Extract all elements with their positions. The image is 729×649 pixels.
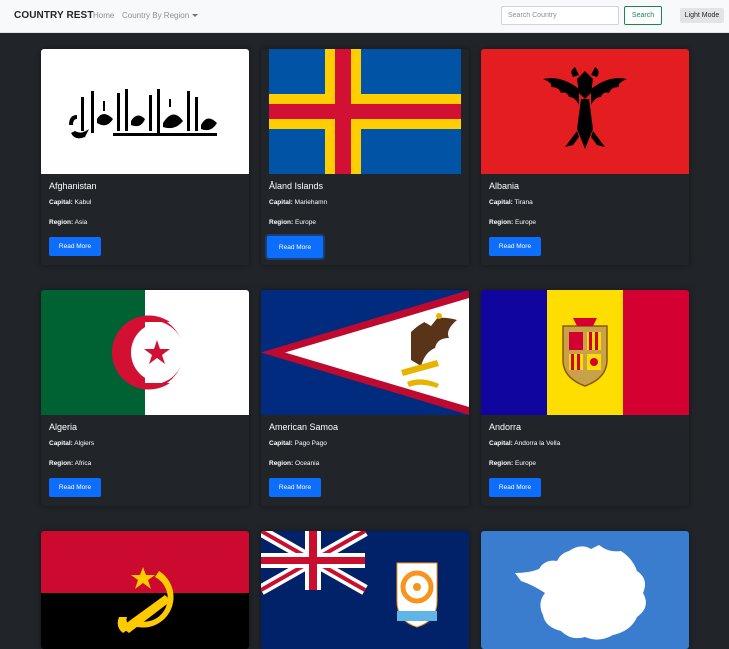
- country-capital: Capital: Pago Pago: [269, 440, 327, 447]
- region-label: Region:: [489, 460, 514, 467]
- country-name: Albania: [489, 181, 520, 191]
- country-card: American Samoa Capital: Pago Pago Region…: [261, 290, 469, 506]
- capital-label: Capital:: [489, 199, 513, 206]
- chevron-down-icon: [192, 14, 199, 18]
- region-label: Region:: [489, 219, 514, 226]
- search-input[interactable]: [501, 6, 619, 25]
- region-value: Europe: [295, 219, 316, 226]
- country-capital: Capital: Andorra la Vella: [489, 440, 560, 447]
- country-card: [481, 531, 689, 649]
- country-name: Åland Islands: [269, 181, 324, 191]
- country-name: Algeria: [49, 422, 78, 432]
- capital-label: Capital:: [49, 199, 73, 206]
- navbar: COUNTRY REST Home Country By Region Sear…: [0, 0, 729, 33]
- region-value: Africa: [74, 460, 92, 467]
- region-label: Region:: [269, 460, 294, 467]
- search-button[interactable]: Search: [624, 6, 662, 25]
- country-region: Region: Europe: [489, 460, 536, 467]
- region-label: Region:: [269, 219, 294, 226]
- country-region: Region: Europe: [269, 219, 316, 226]
- country-card: [41, 531, 249, 649]
- read-more-button[interactable]: Read More: [267, 236, 323, 258]
- capital-label: Capital:: [269, 199, 293, 206]
- region-dropdown-label: Country By Region: [122, 11, 190, 20]
- country-card: [261, 531, 469, 649]
- country-capital: Capital: Kabul: [49, 199, 91, 206]
- capital-label: Capital:: [269, 440, 293, 447]
- read-more-button[interactable]: Read More: [49, 478, 101, 497]
- country-name: American Samoa: [269, 422, 339, 432]
- read-more-button[interactable]: Read More: [49, 237, 101, 256]
- capital-value: Mariehamn: [294, 199, 328, 206]
- region-label: Region:: [49, 219, 74, 226]
- read-more-button[interactable]: Read More: [489, 237, 541, 256]
- country-name: Afghanistan: [49, 181, 97, 191]
- country-name: Andorra: [489, 422, 522, 432]
- capital-value: Pago Pago: [294, 440, 327, 447]
- nav-home-link[interactable]: Home: [93, 11, 114, 20]
- country-card: Andorra Capital: Andorra la Vella Region…: [481, 290, 689, 506]
- country-region: Region: Asia: [49, 219, 87, 226]
- region-value: Europe: [515, 460, 536, 467]
- country-capital: Capital: Tirana: [489, 199, 533, 206]
- country-region: Region: Oceania: [269, 460, 319, 467]
- country-capital: Capital: Mariehamn: [269, 199, 327, 206]
- capital-value: Tirana: [514, 199, 533, 206]
- light-mode-button[interactable]: Light Mode: [680, 8, 724, 23]
- aland-islands-flag-icon: [269, 49, 461, 174]
- country-region: Region: Europe: [489, 219, 536, 226]
- region-dropdown[interactable]: Country By Region: [122, 11, 199, 20]
- andorra-flag-icon: [481, 290, 689, 415]
- capital-value: Algiers: [74, 440, 95, 447]
- angola-flag-icon: [41, 531, 249, 649]
- american-samoa-flag-icon: [261, 290, 469, 415]
- capital-value: Kabul: [74, 199, 92, 206]
- read-more-button[interactable]: Read More: [489, 478, 541, 497]
- region-value: Oceania: [295, 460, 320, 467]
- albania-flag-icon: [481, 49, 689, 174]
- country-capital: Capital: Algiers: [49, 440, 94, 447]
- antarctica-flag-icon: [481, 531, 689, 649]
- country-card: Åland Islands Capital: Mariehamn Region:…: [261, 49, 469, 265]
- capital-label: Capital:: [489, 440, 513, 447]
- capital-value: Andorra la Vella: [514, 440, 561, 447]
- anguilla-flag-icon: [261, 531, 469, 649]
- algeria-flag-icon: [41, 290, 249, 415]
- country-card: Afghanistan Capital: Kabul Region: Asia …: [41, 49, 249, 265]
- region-value: Europe: [515, 219, 536, 226]
- afghanistan-flag-icon: [41, 49, 249, 174]
- country-card: Algeria Capital: Algiers Region: Africa …: [41, 290, 249, 506]
- brand-logo[interactable]: COUNTRY REST: [14, 10, 94, 21]
- read-more-button[interactable]: Read More: [269, 478, 321, 497]
- region-label: Region:: [49, 460, 74, 467]
- country-region: Region: Africa: [49, 460, 91, 467]
- country-card: Albania Capital: Tirana Region: Europe R…: [481, 49, 689, 265]
- region-value: Asia: [74, 219, 88, 226]
- capital-label: Capital:: [49, 440, 73, 447]
